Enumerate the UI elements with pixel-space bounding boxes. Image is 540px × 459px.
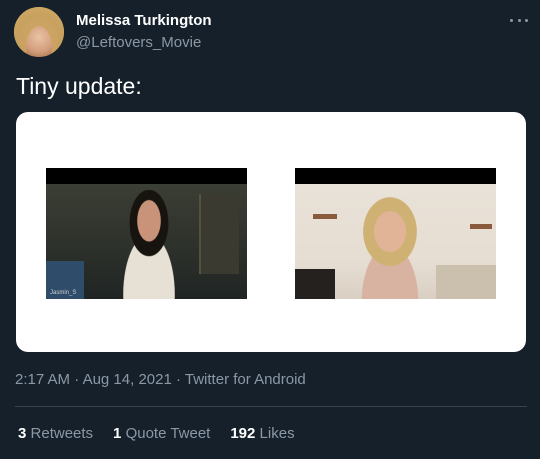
video-frame-right — [295, 168, 496, 299]
likes-label: Likes — [259, 425, 295, 442]
separator: · — [74, 371, 80, 388]
tweet-card: Melissa Turkington @Leftovers_Movie Tiny… — [0, 0, 540, 459]
engagement-stats: 3 Retweets 1 Quote Tweet 192 Likes — [18, 425, 295, 442]
author-name[interactable]: Melissa Turkington — [76, 12, 212, 29]
dot — [525, 18, 528, 22]
wall-shelf — [470, 224, 492, 229]
wall-shelf — [313, 214, 337, 219]
more-horizontal-icon[interactable] — [510, 14, 528, 26]
person-left — [104, 190, 194, 299]
tweet-time[interactable]: 2:17 AM — [15, 371, 70, 388]
tweet-date[interactable]: Aug 14, 2021 — [83, 371, 172, 388]
dot — [517, 18, 521, 22]
retweets-count: 3 — [18, 425, 27, 442]
divider — [15, 406, 527, 407]
dot — [510, 18, 513, 22]
separator: · — [175, 371, 181, 388]
likes-count: 192 — [230, 425, 256, 442]
video-frame-left: Jasmin_S — [46, 168, 247, 299]
tweet-text: Tiny update: — [16, 73, 142, 99]
person-right — [335, 192, 445, 299]
tweet-media[interactable]: Jasmin_S — [16, 112, 526, 352]
video-frame-bar — [295, 168, 496, 184]
video-scene-left: Jasmin_S — [46, 184, 247, 299]
dark-object — [295, 269, 335, 299]
quotes-label: Quote Tweet — [125, 425, 211, 442]
retweets-stat[interactable]: 3 Retweets — [18, 425, 93, 442]
tweet-metadata: 2:17 AM · Aug 14, 2021 · Twitter for And… — [15, 371, 306, 388]
quote-tweets-stat[interactable]: 1 Quote Tweet — [113, 425, 210, 442]
quotes-count: 1 — [113, 425, 122, 442]
sofa — [436, 265, 496, 299]
likes-stat[interactable]: 192 Likes — [230, 425, 294, 442]
avatar-photo — [14, 7, 64, 57]
retweets-label: Retweets — [30, 425, 94, 442]
video-scene-right — [295, 184, 496, 299]
bookshelf — [199, 194, 239, 274]
video-frame-bar — [46, 168, 247, 184]
participant-tag: Jasmin_S — [50, 290, 77, 296]
author-handle[interactable]: @Leftovers_Movie — [76, 34, 201, 51]
avatar[interactable] — [14, 7, 64, 57]
tweet-source[interactable]: Twitter for Android — [185, 371, 306, 388]
